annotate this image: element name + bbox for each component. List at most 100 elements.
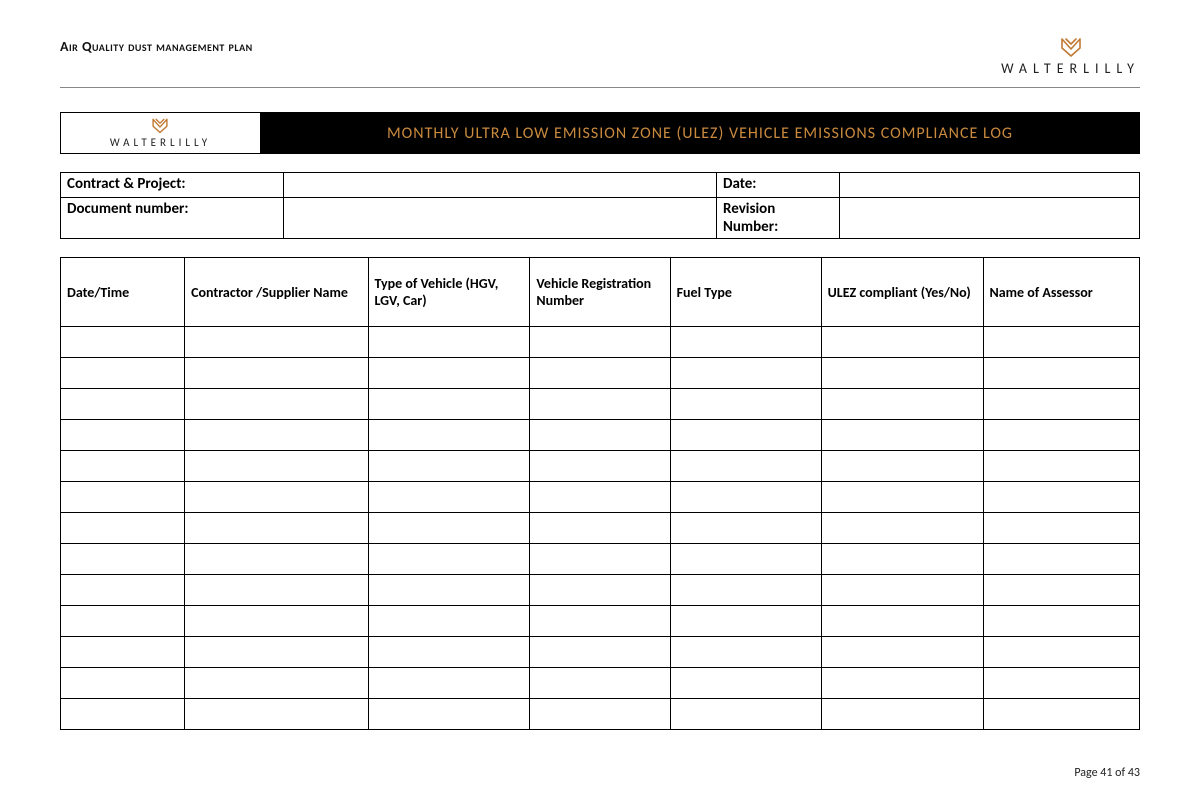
log-cell[interactable] (530, 389, 670, 420)
log-cell[interactable] (185, 389, 368, 420)
log-cell[interactable] (530, 699, 670, 730)
log-cell[interactable] (61, 482, 185, 513)
log-cell[interactable] (185, 513, 368, 544)
log-cell[interactable] (821, 637, 983, 668)
log-cell[interactable] (530, 482, 670, 513)
meta-document-number-value[interactable] (284, 198, 717, 239)
log-cell[interactable] (368, 544, 530, 575)
log-cell[interactable] (61, 451, 185, 482)
log-cell[interactable] (185, 699, 368, 730)
log-row (61, 327, 1140, 358)
log-cell[interactable] (530, 513, 670, 544)
log-cell[interactable] (530, 327, 670, 358)
log-cell[interactable] (368, 451, 530, 482)
log-cell[interactable] (983, 637, 1140, 668)
log-header-cell: Fuel Type (670, 258, 821, 327)
log-cell[interactable] (983, 575, 1140, 606)
log-cell[interactable] (530, 358, 670, 389)
log-cell[interactable] (368, 575, 530, 606)
log-cell[interactable] (61, 637, 185, 668)
log-cell[interactable] (368, 699, 530, 730)
log-cell[interactable] (61, 358, 185, 389)
log-cell[interactable] (983, 358, 1140, 389)
log-cell[interactable] (670, 637, 821, 668)
log-cell[interactable] (368, 389, 530, 420)
log-cell[interactable] (185, 668, 368, 699)
log-cell[interactable] (983, 327, 1140, 358)
log-cell[interactable] (670, 575, 821, 606)
log-cell[interactable] (670, 513, 821, 544)
log-cell[interactable] (821, 699, 983, 730)
log-cell[interactable] (368, 327, 530, 358)
meta-revision-number-value[interactable] (840, 198, 1140, 239)
log-cell[interactable] (185, 327, 368, 358)
log-cell[interactable] (185, 420, 368, 451)
log-cell[interactable] (821, 668, 983, 699)
log-cell[interactable] (821, 420, 983, 451)
log-cell[interactable] (530, 451, 670, 482)
log-cell[interactable] (983, 544, 1140, 575)
log-cell[interactable] (61, 513, 185, 544)
log-cell[interactable] (368, 513, 530, 544)
log-cell[interactable] (530, 575, 670, 606)
log-cell[interactable] (530, 544, 670, 575)
log-cell[interactable] (61, 668, 185, 699)
log-cell[interactable] (670, 606, 821, 637)
log-cell[interactable] (670, 482, 821, 513)
log-cell[interactable] (185, 358, 368, 389)
log-cell[interactable] (368, 606, 530, 637)
log-cell[interactable] (983, 482, 1140, 513)
log-cell[interactable] (983, 699, 1140, 730)
log-cell[interactable] (821, 544, 983, 575)
log-cell[interactable] (821, 451, 983, 482)
log-cell[interactable] (983, 451, 1140, 482)
log-cell[interactable] (983, 668, 1140, 699)
log-cell[interactable] (983, 420, 1140, 451)
log-cell[interactable] (821, 389, 983, 420)
log-cell[interactable] (821, 358, 983, 389)
meta-date-value[interactable] (840, 173, 1140, 198)
log-cell[interactable] (670, 699, 821, 730)
log-cell[interactable] (670, 451, 821, 482)
log-cell[interactable] (368, 420, 530, 451)
log-cell[interactable] (670, 544, 821, 575)
log-cell[interactable] (670, 327, 821, 358)
log-cell[interactable] (368, 482, 530, 513)
banner-title: MONTHLY ULTRA LOW EMISSION ZONE (ULEZ) V… (261, 113, 1139, 153)
log-cell[interactable] (185, 575, 368, 606)
log-cell[interactable] (61, 544, 185, 575)
log-cell[interactable] (821, 575, 983, 606)
log-cell[interactable] (530, 637, 670, 668)
log-cell[interactable] (185, 637, 368, 668)
log-cell[interactable] (61, 327, 185, 358)
log-cell[interactable] (821, 513, 983, 544)
log-cell[interactable] (185, 606, 368, 637)
log-cell[interactable] (530, 668, 670, 699)
document-title: Air Quality dust management plan (60, 36, 253, 55)
log-cell[interactable] (983, 389, 1140, 420)
log-cell[interactable] (368, 637, 530, 668)
log-cell[interactable] (61, 606, 185, 637)
log-cell[interactable] (61, 420, 185, 451)
log-cell[interactable] (670, 668, 821, 699)
log-cell[interactable] (61, 389, 185, 420)
log-cell[interactable] (530, 606, 670, 637)
log-header-cell: ULEZ compliant (Yes/No) (821, 258, 983, 327)
log-cell[interactable] (821, 482, 983, 513)
log-cell[interactable] (368, 668, 530, 699)
log-cell[interactable] (670, 420, 821, 451)
log-cell[interactable] (185, 482, 368, 513)
meta-contract-project-value[interactable] (284, 173, 717, 198)
log-cell[interactable] (983, 513, 1140, 544)
log-cell[interactable] (185, 451, 368, 482)
log-cell[interactable] (530, 420, 670, 451)
log-cell[interactable] (983, 606, 1140, 637)
log-cell[interactable] (821, 327, 983, 358)
log-cell[interactable] (670, 389, 821, 420)
log-cell[interactable] (821, 606, 983, 637)
log-cell[interactable] (670, 358, 821, 389)
log-cell[interactable] (368, 358, 530, 389)
log-cell[interactable] (61, 575, 185, 606)
log-cell[interactable] (61, 699, 185, 730)
log-cell[interactable] (185, 544, 368, 575)
